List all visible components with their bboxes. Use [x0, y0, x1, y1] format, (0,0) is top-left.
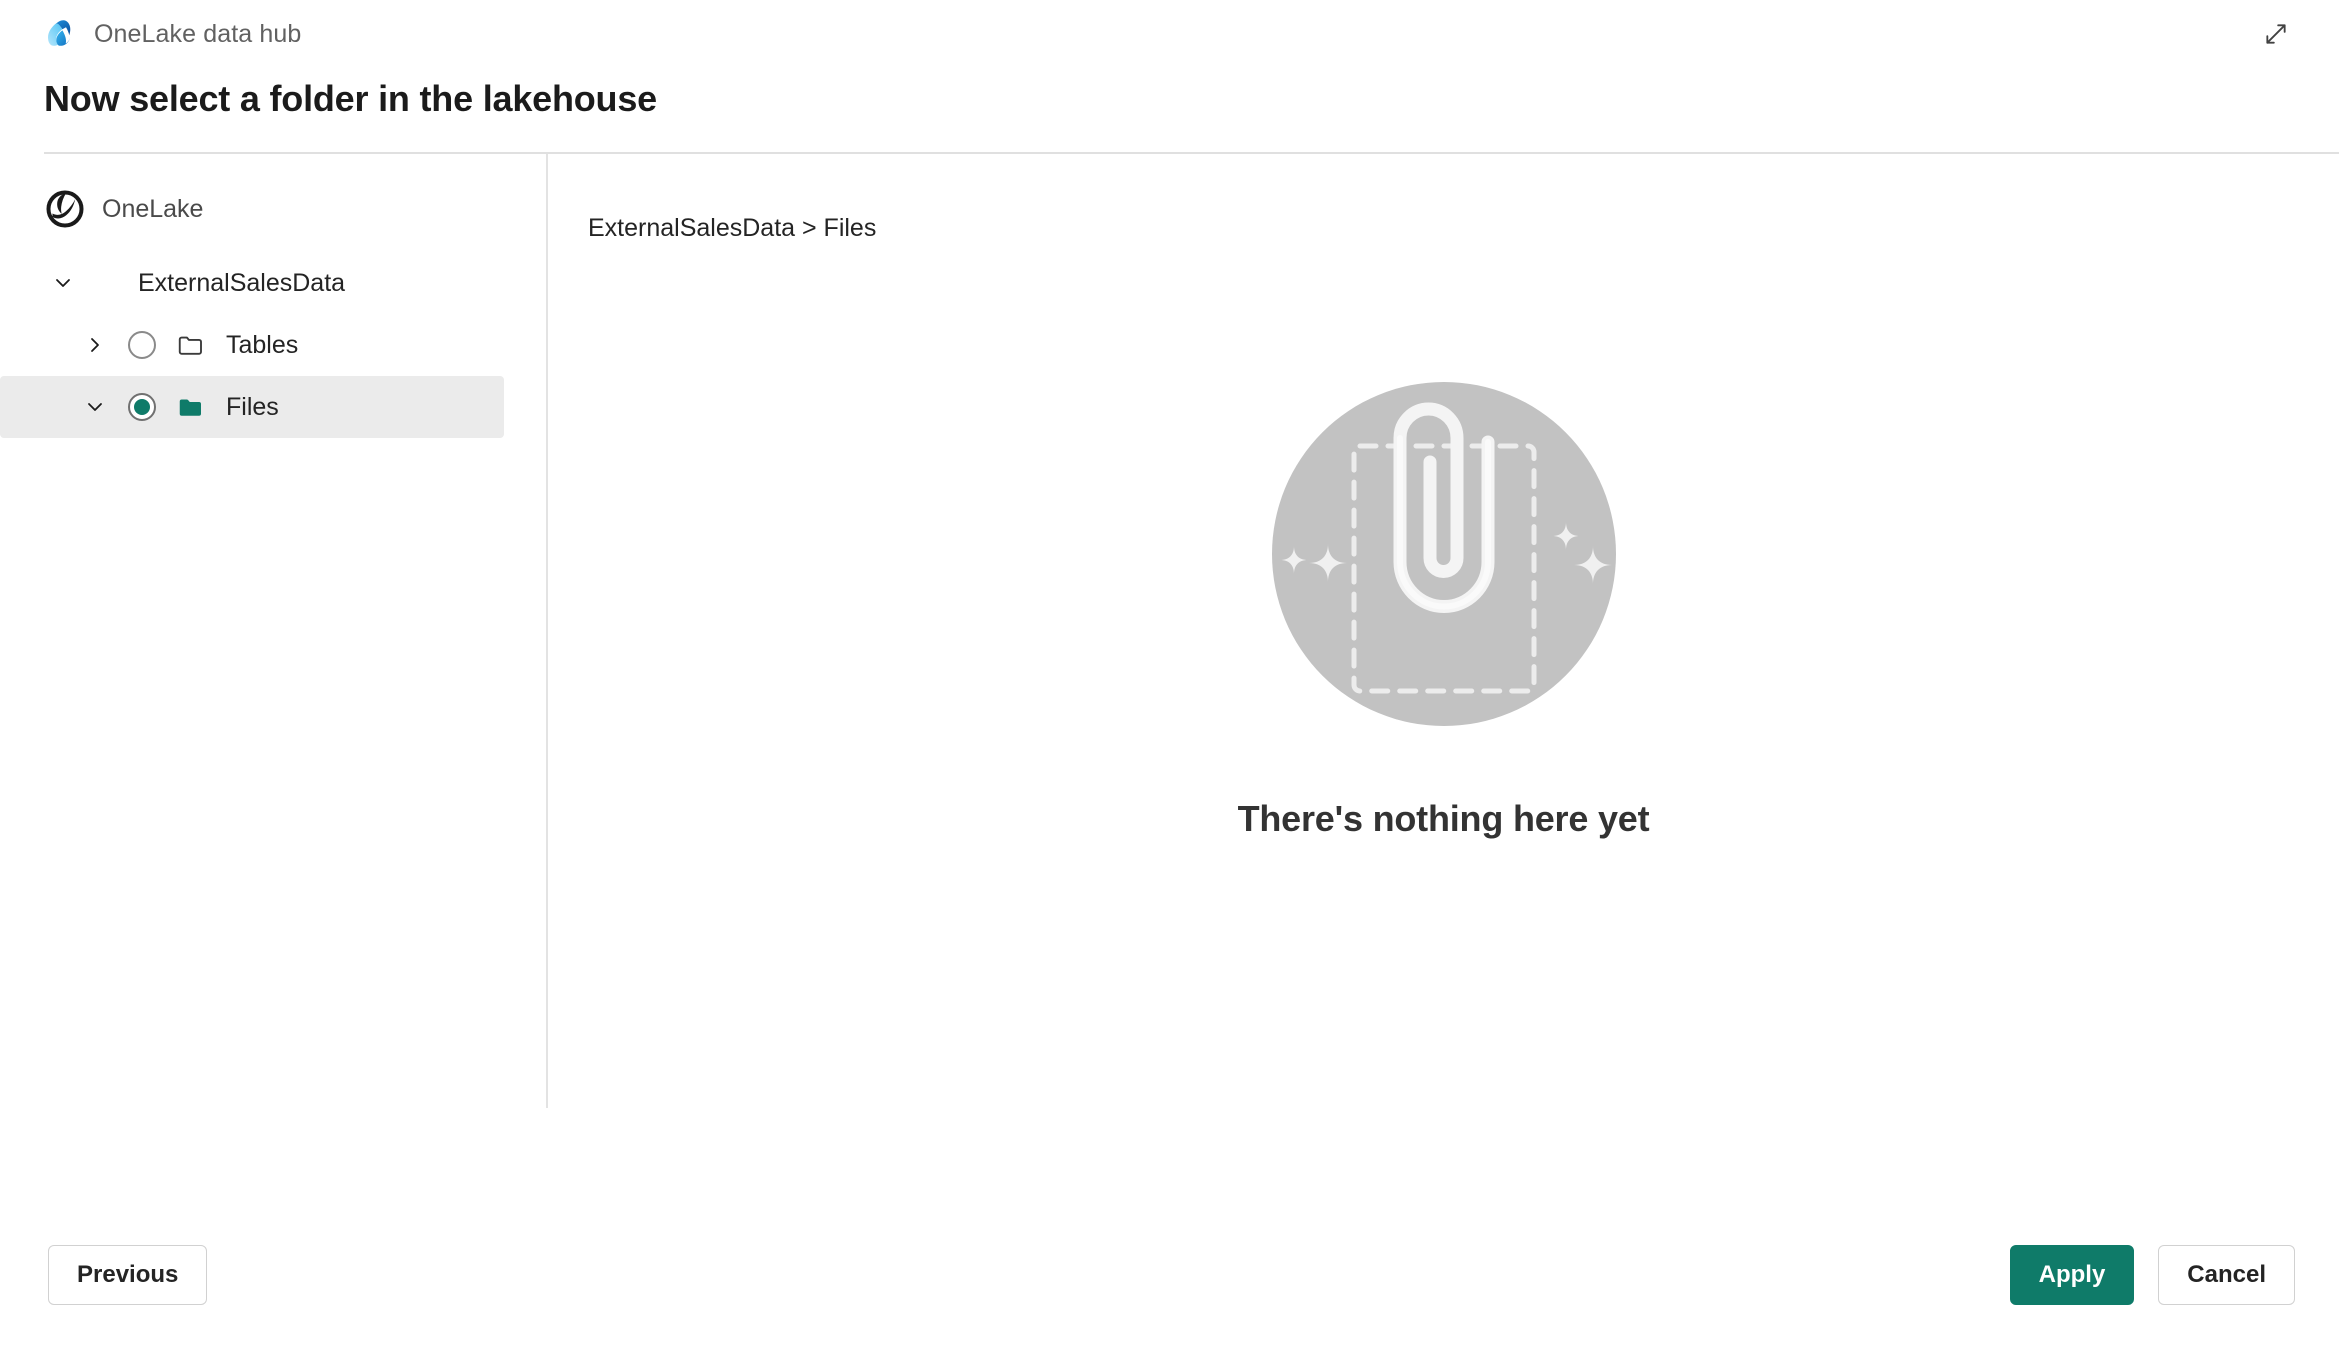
dialog-titlebar: OneLake data hub	[0, 0, 2339, 68]
brand: OneLake data hub	[42, 17, 301, 51]
footer-actions: Apply Cancel	[2009, 1245, 2295, 1305]
folder-filled-icon	[174, 390, 208, 424]
tree-item-files[interactable]: Files	[0, 376, 504, 438]
breadcrumb[interactable]: ExternalSalesData > Files	[548, 214, 2339, 243]
sidebar-root-label: OneLake	[102, 194, 204, 223]
page-title-text: Now select a folder in the lakehouse	[44, 78, 657, 119]
tree-item-label: Tables	[226, 330, 299, 359]
expand-diagonal-arrow-icon[interactable]	[2253, 11, 2299, 57]
onelake-folder-picker-dialog: OneLake data hub Now select a folder in …	[0, 0, 2339, 1350]
lakehouse-tree-sidebar: OneLake ExternalSalesData Tables Files	[0, 154, 548, 1200]
tree-item-label: ExternalSalesData	[138, 268, 346, 297]
tree-item-externalsalesdata[interactable]: ExternalSalesData	[0, 252, 548, 314]
folder-tree: ExternalSalesData Tables Files	[0, 252, 548, 438]
tree-item-radio-files[interactable]	[128, 393, 156, 421]
apply-button[interactable]: Apply	[2009, 1245, 2135, 1305]
onelake-drop-logo-icon	[42, 17, 76, 51]
cancel-button[interactable]: Cancel	[2158, 1245, 2295, 1305]
chevron-down-icon[interactable]	[76, 388, 114, 426]
empty-state-message: There's nothing here yet	[1237, 798, 1650, 839]
tree-item-radio-tables[interactable]	[128, 331, 156, 359]
dialog-body: OneLake ExternalSalesData Tables Files E…	[0, 154, 2339, 1200]
onelake-circle-icon	[44, 188, 86, 230]
chevron-right-icon[interactable]	[76, 326, 114, 364]
chevron-down-icon[interactable]	[44, 264, 82, 302]
folder-content-pane: ExternalSalesData > Files There's nothin…	[548, 154, 2339, 1200]
empty-state: There's nothing here yet	[548, 354, 2339, 840]
brand-title: OneLake data hub	[94, 19, 302, 48]
tree-item-tables[interactable]: Tables	[0, 314, 504, 376]
sidebar-root-onelake[interactable]: OneLake	[0, 180, 548, 238]
paperclip-empty-folder-illustration-icon	[1244, 354, 1644, 754]
folder-outline-icon	[174, 328, 208, 362]
tree-item-label: Files	[226, 392, 279, 421]
page-title: Now select a folder in the lakehouse	[0, 68, 2339, 154]
dialog-footer: Previous Apply Cancel	[0, 1200, 2339, 1350]
previous-button[interactable]: Previous	[48, 1245, 208, 1305]
